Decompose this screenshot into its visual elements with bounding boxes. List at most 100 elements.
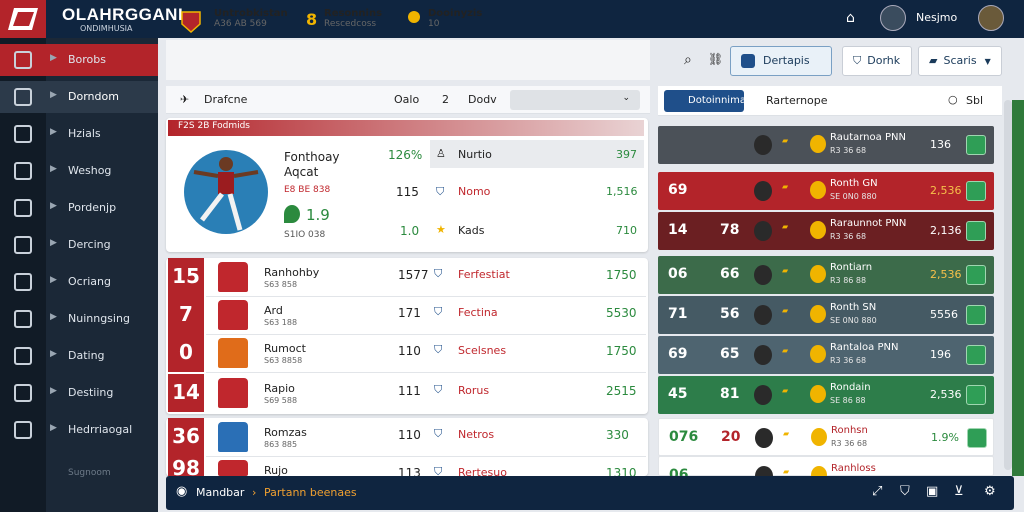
- ranking-row[interactable]: ▰ Rautarnoa PNN R3 36 68 136: [658, 126, 994, 164]
- player-team[interactable]: Netros: [458, 428, 494, 441]
- row-secondary: 78: [720, 222, 740, 238]
- player-name[interactable]: Ard: [264, 304, 283, 317]
- sidebar-item[interactable]: ▶ Weshog: [0, 155, 158, 187]
- ranking-row[interactable]: 69 ▰ Ronth GN SE 0N0 880 2,536: [658, 172, 994, 210]
- tab-dotoinnima[interactable]: Dotoinnima: [664, 90, 746, 112]
- user-avatar[interactable]: [978, 5, 1004, 31]
- row-sub: R3 36 68: [831, 439, 868, 448]
- lock-icon[interactable]: ▣: [926, 484, 938, 499]
- ranking-row[interactable]: 69 65 ▰ Rantaloa PNN R3 36 68 196: [658, 336, 994, 374]
- page-number[interactable]: 2: [442, 93, 449, 106]
- chart-icon: [14, 88, 32, 106]
- club-crest-icon: [810, 385, 826, 403]
- sidebar-item-label: Destiing: [68, 386, 114, 399]
- row-value: 5556: [930, 308, 958, 321]
- shield-icon: [741, 54, 755, 68]
- shirt-icon[interactable]: ⊻: [954, 484, 964, 499]
- toolbar-left-label[interactable]: Drafcne: [204, 93, 247, 106]
- user-name[interactable]: Nesjmo: [916, 11, 957, 24]
- home-icon[interactable]: ⌂: [846, 10, 855, 26]
- sidebar-item[interactable]: ▶ Pordenjp: [0, 192, 158, 224]
- checkbox-icon[interactable]: [967, 428, 987, 448]
- sidebar-item[interactable]: ▶ Dating: [0, 340, 158, 372]
- player-name[interactable]: Rumoct: [264, 342, 306, 355]
- checkbox-icon[interactable]: [966, 385, 986, 405]
- clock-icon: [14, 421, 32, 439]
- player-kit-icon: [218, 262, 248, 292]
- player-sub: 863 885: [264, 440, 298, 449]
- gear-icon[interactable]: ⚙: [984, 484, 996, 499]
- team-avatar[interactable]: [880, 5, 906, 31]
- checkbox-icon[interactable]: [966, 135, 986, 155]
- chevron-right-icon: ▶: [50, 386, 57, 396]
- sidebar-item[interactable]: ▶ Dercing: [0, 229, 158, 261]
- shield-outline-icon[interactable]: ⛉: [900, 484, 910, 499]
- row-rank: 45: [668, 386, 688, 402]
- player-name[interactable]: Ranhohby: [264, 266, 319, 279]
- badge-icon: ▰: [783, 467, 790, 476]
- row-rank: 69: [668, 346, 688, 362]
- player-kit-icon: [218, 460, 248, 476]
- jersey-number: 98: [168, 456, 204, 480]
- ranking-row[interactable]: 14 78 ▰ Raraunnot PNN R3 36 68 2,136: [658, 212, 994, 250]
- sidebar-item[interactable]: ▶ Hedrriaogal: [0, 414, 158, 446]
- player-score: 171: [398, 306, 421, 320]
- app-logo[interactable]: [0, 0, 46, 38]
- team-3-name: Dooinyzis: [428, 8, 483, 19]
- filter-icon[interactable]: ✈: [180, 93, 189, 106]
- checkbox-icon[interactable]: [966, 305, 986, 325]
- player-name[interactable]: Romzas: [264, 426, 307, 439]
- sort-select[interactable]: ⌄: [510, 90, 640, 110]
- search-icon[interactable]: ⌕: [684, 52, 692, 68]
- ranking-row[interactable]: 71 56 ▰ Ronth SN SE 0N0 880 5556: [658, 296, 994, 334]
- sidebar-item[interactable]: ▶ Nuinngsing: [0, 303, 158, 335]
- toolbar-right-label[interactable]: Dodv: [468, 93, 497, 106]
- bottom-bar: ◉ Mandbar › Partann beenaes ⤢ ⛉ ▣ ⊻ ⚙: [166, 476, 1014, 510]
- toggle-label[interactable]: Sbl: [966, 94, 983, 107]
- scrollbar[interactable]: [1004, 100, 1012, 470]
- featured-row-value: 710: [616, 224, 637, 237]
- badge-icon: ▰: [782, 266, 789, 275]
- scaris-dropdown[interactable]: ▰ Scaris ▼: [918, 46, 1002, 76]
- ranking-row[interactable]: 06 66 ▰ Rontiarn R3 86 88 2,536: [658, 256, 994, 294]
- sidebar-item[interactable]: ▶ Dorndom: [0, 81, 158, 113]
- checkbox-icon[interactable]: [966, 221, 986, 241]
- scaris-label: Scaris: [943, 54, 977, 67]
- row-value: 2,536: [930, 388, 962, 401]
- featured-row-value: 397: [616, 148, 637, 161]
- sidebar-item[interactable]: ▶ Ocriang: [0, 266, 158, 298]
- sidebar-item-label: Pordenjp: [68, 201, 117, 214]
- ranking-row[interactable]: 076 20 ▰ Ronhsn R3 36 68 1.9%: [658, 418, 994, 456]
- bottom-left-label[interactable]: Mandbar: [196, 486, 244, 499]
- ranking-row[interactable]: 45 81 ▰ Rondain SE 86 88 2,536: [658, 376, 994, 414]
- dorhk-button[interactable]: ⛉ Dorhk: [842, 46, 912, 76]
- radio-icon[interactable]: ○: [948, 93, 958, 106]
- player-team[interactable]: Rorus: [458, 384, 489, 397]
- bottom-right-label[interactable]: Partann beenaes: [264, 486, 357, 499]
- link-icon[interactable]: ⛓: [708, 52, 723, 66]
- dertapis-button[interactable]: Dertapis: [730, 46, 832, 76]
- sidebar-item[interactable]: ▶ Hzials: [0, 118, 158, 150]
- shield-icon: ⛉: [436, 185, 445, 198]
- info-icon[interactable]: ◉: [176, 484, 187, 499]
- player-team[interactable]: Ferfestiat: [458, 268, 510, 281]
- featured-meta-2: S1IO 038: [284, 230, 326, 240]
- row-secondary: 66: [720, 266, 740, 282]
- chevron-right-icon: ▶: [50, 201, 57, 211]
- sidebar-item[interactable]: ▶ Destiing: [0, 377, 158, 409]
- player-team[interactable]: Fectina: [458, 306, 498, 319]
- player-kit-icon: [218, 422, 248, 452]
- checkbox-icon[interactable]: [966, 181, 986, 201]
- row-value: 1.9%: [931, 431, 959, 444]
- share-icon[interactable]: ⤢: [872, 484, 882, 499]
- player-team[interactable]: Scelsnes: [458, 344, 506, 357]
- checkbox-icon[interactable]: [966, 265, 986, 285]
- flag-logo-icon: [8, 8, 38, 30]
- club-crest-icon: [810, 221, 826, 239]
- ranking-row[interactable]: 06 ▰ Ranhloss: [658, 456, 994, 486]
- list-icon: [14, 384, 32, 402]
- sidebar-item[interactable]: ▶ Borobs: [0, 44, 158, 76]
- checkbox-icon[interactable]: [966, 345, 986, 365]
- player-name[interactable]: Rapio: [264, 382, 295, 395]
- toolbar-mid-label[interactable]: Oalo: [394, 93, 419, 106]
